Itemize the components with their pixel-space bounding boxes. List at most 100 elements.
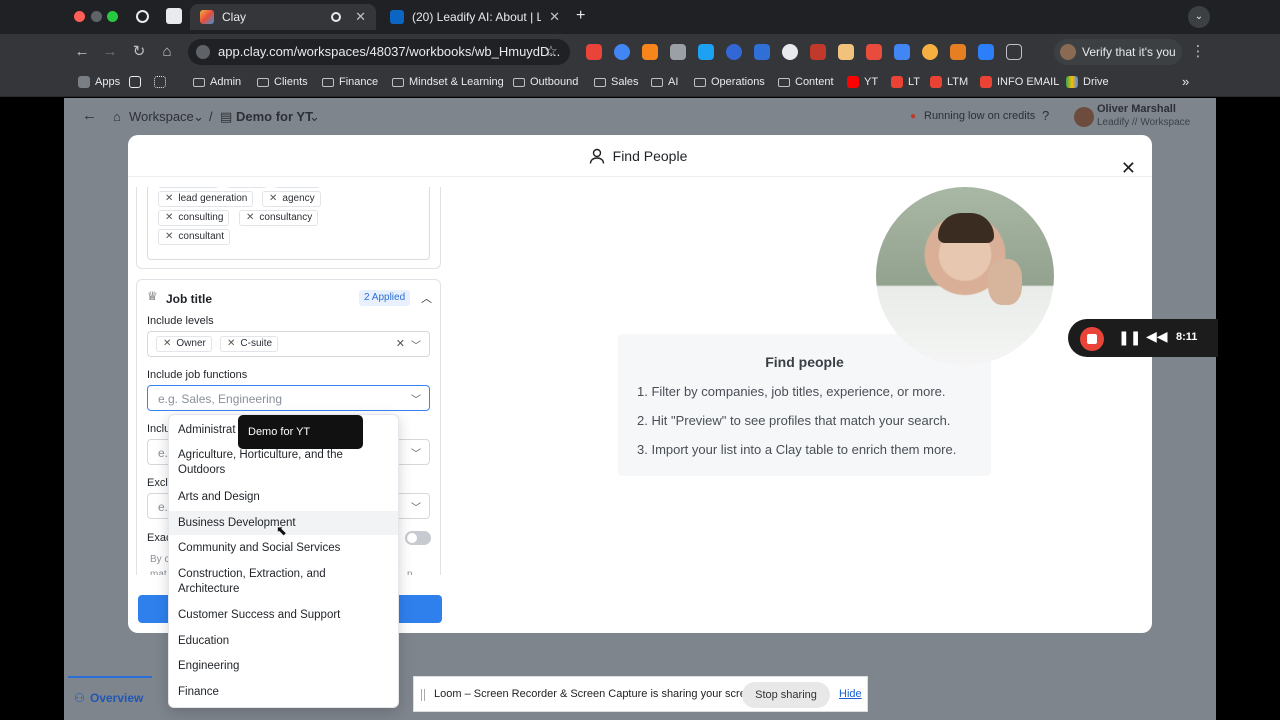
remove-chip-icon[interactable]: ✕ <box>165 193 173 204</box>
bookmark-apps[interactable]: Apps <box>78 76 120 88</box>
tab-clay[interactable]: Clay ✕ <box>190 4 376 30</box>
job-title-heading[interactable]: Job title <box>166 292 212 306</box>
remove-chip-icon[interactable]: ✕ <box>227 338 235 349</box>
drag-handle-icon[interactable] <box>421 689 425 701</box>
webcam-bubble[interactable] <box>876 187 1054 365</box>
include-levels-select[interactable]: ✕ Owner ✕ C-suite ✕ ﹀ <box>147 331 430 357</box>
extension-icon[interactable] <box>782 44 798 60</box>
dropdown-option[interactable]: Community and Social Services <box>169 541 398 556</box>
dropdown-option[interactable]: Customer Success and Support <box>169 608 398 623</box>
bookmark-gmail[interactable]: LT <box>891 76 920 88</box>
stop-sharing-button[interactable]: Stop sharing <box>742 682 830 708</box>
bookmark-folder[interactable]: AI <box>651 76 678 88</box>
breadcrumb-workbook[interactable]: Demo for YT <box>236 109 313 124</box>
exact-match-toggle[interactable] <box>405 531 431 545</box>
help-icon[interactable]: ? <box>1042 108 1049 123</box>
bookmark-folder[interactable]: Sales <box>594 76 639 88</box>
extension-icon[interactable] <box>614 44 630 60</box>
remove-chip-icon[interactable]: ✕ <box>269 193 277 204</box>
breadcrumb-workspace[interactable]: Workspace <box>129 109 194 124</box>
remove-chip-icon[interactable]: ✕ <box>165 212 173 223</box>
verify-profile-button[interactable]: Verify that it's you <box>1054 39 1182 65</box>
remove-chip-icon[interactable]: ✕ <box>246 212 254 223</box>
forward-button[interactable]: → <box>100 42 120 62</box>
keyword-chip[interactable]: ✕ consultancy <box>239 210 319 226</box>
extension-icon[interactable] <box>726 44 742 60</box>
dropdown-option[interactable]: Finance <box>169 685 398 700</box>
chevron-down-icon[interactable]: ﹀ <box>411 337 421 352</box>
user-avatar[interactable] <box>1074 107 1094 127</box>
keyword-chip[interactable]: ✕ agency <box>262 191 321 207</box>
clear-icon[interactable]: ✕ <box>396 337 405 350</box>
credits-notice[interactable]: Running low on credits <box>924 110 1035 122</box>
bookmark-icon[interactable] <box>154 76 166 88</box>
keyword-chip[interactable]: ✕ consultant <box>158 229 230 245</box>
keyword-chip[interactable]: ✕fund <box>274 187 320 188</box>
dropdown-option[interactable]: Agriculture, Horticulture, and the Outdo… <box>169 448 369 478</box>
keyword-chip[interactable]: ✕VC <box>227 187 268 188</box>
bookmark-folder[interactable]: Mindset & Learning <box>392 76 504 88</box>
dropdown-option[interactable]: Construction, Extraction, and Architectu… <box>169 567 369 597</box>
shield-icon[interactable] <box>670 44 686 60</box>
tab-overview[interactable]: ⚇ Overview <box>68 676 152 720</box>
home-icon[interactable]: ⌂ <box>113 109 121 124</box>
pinned-tab-icon[interactable] <box>166 8 182 24</box>
bookmark-gmail[interactable]: INFO EMAIL <box>980 76 1059 88</box>
bookmark-folder[interactable]: Outbound <box>513 76 578 88</box>
dropdown-option[interactable]: Engineering <box>169 659 398 674</box>
keywords-chip-input[interactable]: ✕investor ✕VC ✕fund ✕ lead generation ✕ ag… <box>147 187 430 260</box>
bookmark-folder[interactable]: Operations <box>694 76 765 88</box>
tab-linkedin[interactable]: (20) Leadify AI: About | Linke ✕ <box>380 4 570 30</box>
job-functions-dropdown[interactable]: Administrat Agriculture, Horticulture, a… <box>168 414 399 708</box>
hide-link[interactable]: Hide <box>839 688 862 700</box>
remove-chip-icon[interactable]: ✕ <box>165 231 173 242</box>
back-button[interactable]: ← <box>72 42 92 62</box>
bookmark-folder[interactable]: Clients <box>257 76 308 88</box>
new-tab-button[interactable]: + <box>576 7 585 25</box>
reload-button[interactable]: ↻ <box>129 42 149 62</box>
address-bar[interactable]: app.clay.com/workspaces/48037/workbooks/… <box>188 39 570 65</box>
level-chip[interactable]: ✕ Owner <box>156 336 212 352</box>
keyword-chip[interactable]: ✕ lead generation <box>158 191 254 207</box>
extension-icon[interactable] <box>866 44 882 60</box>
site-info-icon[interactable] <box>196 45 210 59</box>
extension-icon[interactable] <box>810 44 826 60</box>
bookmark-gmail[interactable]: LTM <box>930 76 968 88</box>
dropdown-option[interactable]: Education <box>169 634 398 649</box>
extension-icon[interactable] <box>978 44 994 60</box>
metamask-icon[interactable] <box>642 44 658 60</box>
minimize-window-button[interactable] <box>91 11 102 22</box>
bookmark-drive[interactable]: Drive <box>1066 76 1109 88</box>
chevron-up-icon[interactable]: ︿ <box>421 290 432 306</box>
extension-icon[interactable] <box>922 44 938 60</box>
home-button[interactable]: ⌂ <box>157 42 177 62</box>
bookmark-folder[interactable]: Finance <box>322 76 378 88</box>
extension-icon[interactable] <box>698 44 714 60</box>
dropdown-option[interactable]: Arts and Design <box>169 490 398 505</box>
extension-icon[interactable] <box>950 44 966 60</box>
tab-close-icon[interactable]: ✕ <box>549 9 560 25</box>
maximize-window-button[interactable] <box>107 11 118 22</box>
tab-search-button[interactable]: ⌄ <box>1188 6 1210 28</box>
chevron-down-icon[interactable]: ﹀ <box>411 499 421 514</box>
extensions-puzzle-icon[interactable] <box>1006 44 1022 60</box>
remove-chip-icon[interactable]: ✕ <box>163 338 171 349</box>
back-arrow-icon[interactable]: ← <box>82 107 97 124</box>
bookmark-youtube[interactable]: YT <box>847 76 878 88</box>
pause-icon[interactable]: ❚❚ <box>1118 329 1141 346</box>
close-window-button[interactable] <box>74 11 85 22</box>
bookmark-star-icon[interactable]: ☆ <box>541 42 561 62</box>
close-icon[interactable]: ✕ <box>1121 147 1136 189</box>
level-chip[interactable]: ✕ C-suite <box>220 336 279 352</box>
stop-recording-button[interactable] <box>1080 327 1104 351</box>
job-functions-input[interactable]: e.g. Sales, Engineering ﹀ <box>147 385 430 411</box>
browser-menu-icon[interactable]: ⋮ <box>1188 42 1208 62</box>
more-bookmarks-button[interactable]: » <box>1182 74 1189 89</box>
tab-close-icon[interactable]: ✕ <box>355 9 366 25</box>
keyword-chip[interactable]: ✕ consulting <box>158 210 230 226</box>
extension-icon[interactable] <box>586 44 602 60</box>
bookmark-folder[interactable]: Admin <box>193 76 241 88</box>
bookmark-folder[interactable]: Content <box>778 76 834 88</box>
chevron-down-icon[interactable]: ﹀ <box>411 391 421 406</box>
bookmark-icon[interactable] <box>129 76 141 88</box>
